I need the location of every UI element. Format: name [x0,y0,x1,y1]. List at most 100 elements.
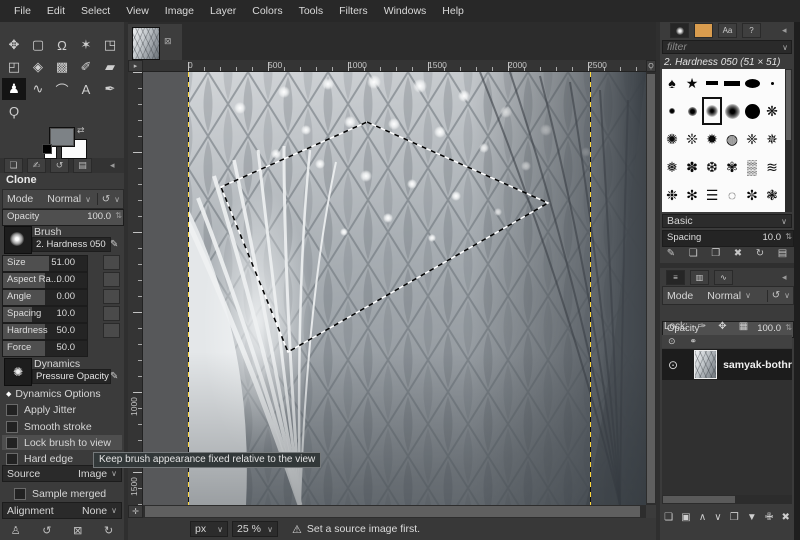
edit-brush-icon[interactable]: ✎ [110,239,118,250]
zoom-tool[interactable]: Ϙ [2,100,26,122]
layer-visibility-icon[interactable]: ⊙ [668,358,678,372]
alignment-row[interactable]: Alignment None ∨ [2,502,122,519]
reset-mode-icon[interactable]: ↺ [772,290,780,301]
fuzzy-select-tool[interactable]: ✶ [74,34,98,56]
brush-item[interactable] [702,97,722,125]
brush-grid-scrollbar[interactable] [785,69,792,212]
spinner-icon[interactable]: ⇅ [115,211,122,220]
new-brush-button[interactable]: ❏ [689,248,698,259]
checkbox-row[interactable]: Apply Jitter [2,402,122,417]
slider-track[interactable]: Hardness 50.0 [2,323,88,340]
rectangle-select-tool[interactable]: ▢ [26,34,50,56]
reset-to-defaults-button[interactable]: ↻ [104,524,113,537]
brush-item[interactable]: ✻ [682,181,702,209]
menu-item[interactable]: Help [434,5,472,17]
chevron-down-icon[interactable]: ∨ [114,195,120,204]
layers-tab[interactable]: ≡ [666,269,685,285]
checkbox[interactable] [6,420,18,433]
undo-history-tab[interactable]: ↺ [50,158,69,173]
menu-item[interactable]: File [6,5,39,17]
clone-tool[interactable]: ♟ [2,78,26,100]
checkbox[interactable] [6,403,18,416]
spinner-icon[interactable]: ⇅ [785,232,792,241]
brush-item[interactable]: ❉ [662,181,682,209]
checkbox[interactable] [6,436,18,449]
link-to-brush-icon[interactable] [103,272,120,287]
channels-tab[interactable]: ▥ [690,269,709,285]
menu-item[interactable]: Colors [244,5,290,17]
transform-tool[interactable]: ◰ [2,56,26,78]
smudge-tool[interactable]: ∿ [26,78,50,100]
dynamics-options-expander[interactable]: ◆ Dynamics Options [6,388,101,400]
paintbrush-tool[interactable]: ✐ [74,56,98,78]
brush-item[interactable]: ❅ [662,153,682,181]
menu-item[interactable]: Image [157,5,202,17]
brush-item[interactable] [722,69,742,97]
zoom-follow-window-button[interactable]: Ϙ [646,60,656,72]
lock-pixels-icon[interactable]: ✑ [698,321,706,332]
swap-colors-icon[interactable]: ⇄ [77,125,85,136]
edit-brush-button[interactable]: ✎ [667,248,675,259]
brush-item[interactable]: ◍ [722,125,742,153]
delete-brush-button[interactable]: ✖ [734,248,742,259]
chevron-down-icon[interactable]: ∨ [784,291,790,300]
dynamics-name-field[interactable]: Pressure Opacity [32,369,111,384]
navigation-button[interactable]: ✛ [128,505,143,518]
sample-merged-row[interactable]: Sample merged [10,486,122,501]
text-tool[interactable]: A [74,78,98,100]
menu-item[interactable]: View [118,5,157,17]
brush-item[interactable]: ✺ [662,125,682,153]
image-tab[interactable]: ⊠ [128,24,182,60]
brush-group-dropdown[interactable]: Basic ∨ [662,214,792,228]
horizontal-ruler[interactable]: 0 500 1000 1500 2000 2500 [143,60,646,72]
brush-item[interactable] [702,69,722,97]
new-layer-button[interactable]: ❏ [664,512,673,523]
help-tab[interactable]: ? [742,23,761,38]
mode-select[interactable]: Normal [47,193,81,205]
dock-menu-icon[interactable]: ◂ [782,272,787,283]
fonts-tab[interactable]: Aa [718,23,737,38]
slider-track[interactable]: Force 50.0 [2,340,88,357]
duplicate-layer-button[interactable]: ❐ [730,512,739,523]
tool-options-tab[interactable]: ❏ [4,158,23,173]
restore-tool-preset-button[interactable]: ↺ [42,524,51,537]
images-tab[interactable]: ▤ [73,158,92,173]
vertical-ruler[interactable]: 1000 1500 [128,72,143,505]
brush-item[interactable]: ✾ [722,153,742,181]
brush-item[interactable]: ◌ [722,181,742,209]
reset-mode-icon[interactable]: ↺ [102,194,110,205]
brush-item[interactable]: ≋ [762,153,782,181]
brush-item[interactable] [762,69,782,97]
horizontal-scrollbar[interactable] [143,505,646,518]
scrollbar-thumb[interactable] [786,70,791,140]
reset-icon[interactable] [88,272,101,287]
lock-alpha-icon[interactable]: ▦ [739,321,748,332]
zoom-dropdown[interactable]: 25 % ∨ [232,521,278,537]
gradient-tool[interactable]: ▩ [50,56,74,78]
link-to-brush-icon[interactable] [103,255,120,270]
checkbox[interactable] [6,452,18,465]
menu-item[interactable]: Windows [376,5,435,17]
paths-tool[interactable]: ⌒ [50,78,74,100]
brush-item[interactable]: ♠ [662,69,682,97]
brush-preview[interactable] [4,226,32,254]
opacity-slider[interactable]: Opacity 100.0 ⇅ [2,209,124,226]
slider-track[interactable]: Spacing 10.0 [2,306,88,323]
scrollbar-thumb[interactable] [647,74,655,503]
brush-name-field[interactable]: 2. Hardness 050 [32,237,111,252]
layer-row[interactable]: ⊙ samyak-bothr [662,349,792,380]
checkbox-row[interactable]: Smooth stroke [2,419,122,434]
chevron-down-icon[interactable]: ∨ [745,291,751,300]
menu-item[interactable]: Filters [331,5,376,17]
slider-track[interactable]: Size 51.00 [2,255,88,272]
eraser-tool[interactable]: ▰ [98,56,122,78]
brush-item[interactable]: ✼ [742,181,762,209]
slider-track[interactable]: Angle 0.00 [2,289,88,306]
checkbox-row[interactable]: Lock brush to view [2,435,122,450]
brush-item[interactable]: ✽ [682,153,702,181]
lower-layer-button[interactable]: ∨ [714,512,721,523]
brush-item[interactable] [742,97,762,125]
slider-track[interactable]: Aspect Ra... 0.00 [2,272,88,289]
menu-item[interactable]: Tools [291,5,332,17]
link-to-brush-icon[interactable] [103,323,120,338]
